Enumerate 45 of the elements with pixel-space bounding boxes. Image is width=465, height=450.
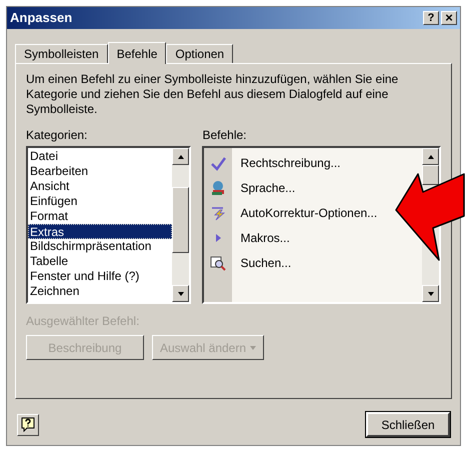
- tab[interactable]: Optionen: [166, 44, 234, 63]
- command-item[interactable]: Sprache...: [240, 178, 296, 196]
- category-item[interactable]: Ansicht: [28, 179, 172, 194]
- caret-icon: [250, 346, 256, 350]
- category-item[interactable]: Extras: [28, 224, 172, 239]
- arrow-icon: [176, 290, 185, 296]
- scroll-up-button[interactable]: [172, 148, 190, 165]
- close-button[interactable]: ×: [441, 11, 457, 25]
- arrow-icon: [426, 290, 434, 296]
- field-label: Befehle:: [202, 127, 248, 144]
- lightning-icon: [210, 204, 226, 220]
- help-icon: [21, 417, 35, 432]
- category-item[interactable]: Einfügen: [28, 194, 172, 209]
- command-list[interactable]: Rechtschreibung... Sprache... AutoKorrektur-Optionen... Makros... Suchen...: [202, 146, 441, 304]
- close-dialog-button[interactable]: Schließen: [366, 412, 450, 437]
- scroll-down-button[interactable]: [172, 285, 190, 302]
- scroll-thumb[interactable]: [172, 186, 190, 253]
- category-item[interactable]: Zeichnen: [28, 284, 172, 299]
- scroll-up-button[interactable]: [422, 148, 439, 165]
- category-item[interactable]: Tabelle: [28, 254, 172, 269]
- help-button[interactable]: [17, 414, 39, 436]
- instructions-text: Um einen Befehl zu einer Symbolleiste hinzuzufügen, wählen Sie eine Kategorie und ziehen Sie den Befehl aus diesem Dialogfeld auf eine Symbolleiste.: [26, 72, 400, 117]
- command-item[interactable]: Rechtschreibung...: [240, 154, 341, 172]
- tab[interactable]: Befehle: [108, 42, 166, 64]
- category-item[interactable]: Fenster und Hilfe (?): [28, 269, 172, 284]
- category-list[interactable]: Datei Bearbeiten Ansicht Einfügen Format Extras Bildschirmpräsentation Tabelle Fenster und Hilfe (?) Zeichnen: [26, 146, 192, 304]
- category-item[interactable]: Bearbeiten: [28, 164, 172, 179]
- arrow-icon: [176, 154, 185, 160]
- scrollbar[interactable]: [172, 148, 190, 302]
- command-item[interactable]: AutoKorrektur-Optionen...: [240, 204, 378, 222]
- magnifier-icon: [210, 254, 226, 270]
- category-item[interactable]: Datei: [28, 149, 172, 164]
- category-item[interactable]: Format: [28, 209, 172, 224]
- window-title: Anpassen: [10, 9, 74, 28]
- arrow-icon: [426, 154, 434, 160]
- tab[interactable]: Symbolleisten: [15, 44, 108, 63]
- field-label: Kategorien:: [26, 127, 88, 144]
- command-item[interactable]: Makros...: [240, 228, 290, 246]
- scroll-thumb[interactable]: [422, 165, 439, 186]
- category-item[interactable]: Bildschirmpräsentation: [28, 239, 172, 254]
- globe-books-icon: [210, 180, 226, 196]
- scroll-down-button[interactable]: [422, 285, 439, 302]
- help-button[interactable]: ?: [423, 11, 439, 25]
- command-item[interactable]: Suchen...: [240, 254, 292, 272]
- check-icon: [210, 154, 226, 170]
